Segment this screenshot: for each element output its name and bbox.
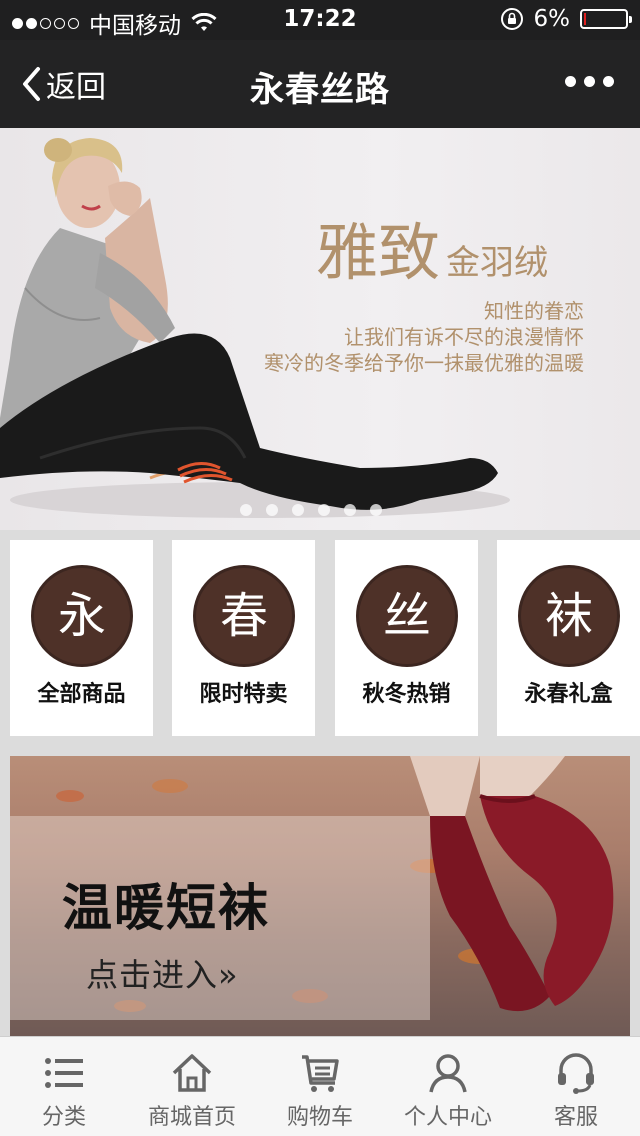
banner-copy-line: 寒冷的冬季给予你一抹最优雅的温暖 [264, 351, 584, 375]
category-label: 永春礼盒 [524, 682, 613, 707]
pager-dot[interactable] [318, 504, 330, 516]
category-gift-box[interactable]: 袜 永春礼盒 [497, 540, 640, 736]
battery-level [584, 13, 586, 25]
pager-dot[interactable] [266, 504, 278, 516]
badge-char: 袜 [544, 588, 593, 644]
promo-cta-link[interactable]: 点击进入» [86, 950, 239, 996]
tab-customer-service[interactable]: 客服 [512, 1037, 640, 1136]
category-flash-sale[interactable]: 春 限时特卖 [172, 540, 315, 736]
category-all-products[interactable]: 永 全部商品 [10, 540, 153, 736]
home-icon [172, 1054, 212, 1092]
banner-copy-line: 让我们有诉不尽的浪漫情怀 [344, 325, 584, 349]
promo-banner[interactable]: 温暖短袜 点击进入» [10, 756, 630, 1036]
pager-dot[interactable] [292, 504, 304, 516]
more-options-button[interactable] [565, 76, 614, 87]
tab-label: 客服 [553, 1105, 598, 1130]
badge-char: 丝 [382, 588, 431, 644]
category-row: 永 全部商品 春 限时特卖 丝 秋冬热销 袜 永春礼盒 [0, 530, 640, 746]
category-label: 秋冬热销 [362, 682, 451, 707]
promo-title: 温暖短袜 [62, 879, 270, 937]
banner-copy-line: 知性的眷恋 [484, 299, 584, 323]
category-label: 全部商品 [37, 682, 126, 707]
status-bar: 中国移动 17:22 6% [0, 0, 640, 40]
pager-dot[interactable] [370, 504, 382, 516]
tab-label: 个人中心 [403, 1105, 492, 1130]
nav-bar: 返回 永春丝路 [0, 40, 640, 128]
tab-profile[interactable]: 个人中心 [384, 1037, 512, 1136]
pager-dot[interactable] [240, 504, 252, 516]
hero-banner[interactable]: 雅致 金羽绒 知性的眷恋 让我们有诉不尽的浪漫情怀 寒冷的冬季给予你一抹最优雅的… [0, 128, 640, 530]
headset-icon [558, 1053, 594, 1094]
more-dot-icon [603, 76, 614, 87]
list-icon [45, 1058, 83, 1088]
banner-copy: 知性的眷恋 让我们有诉不尽的浪漫情怀 寒冷的冬季给予你一抹最优雅的温暖 [264, 298, 584, 376]
brush-badge-icon: 丝 [359, 568, 455, 664]
category-hot-sellers[interactable]: 丝 秋冬热销 [335, 540, 478, 736]
badge-char: 永 [57, 588, 106, 644]
banner-headline: 雅致 金羽绒 [316, 202, 548, 292]
brush-badge-icon: 春 [196, 568, 292, 664]
cart-icon [302, 1055, 339, 1092]
pager-dot[interactable] [344, 504, 356, 516]
person-icon [429, 1054, 467, 1093]
tab-category[interactable]: 分类 [0, 1037, 128, 1136]
tab-label: 商城首页 [147, 1105, 236, 1130]
badge-char: 春 [219, 588, 268, 644]
tab-label: 购物车 [286, 1105, 353, 1130]
more-dot-icon [565, 76, 576, 87]
banner-headline-main: 雅致 [316, 216, 441, 289]
status-right: 6% [500, 6, 632, 32]
battery-percent: 6% [533, 6, 571, 32]
rotation-lock-icon [500, 8, 523, 30]
tab-home[interactable]: 商城首页 [128, 1037, 256, 1136]
tab-label: 分类 [41, 1105, 86, 1130]
brush-badge-icon: 永 [34, 568, 130, 664]
battery-icon [580, 9, 632, 29]
category-label: 限时特卖 [199, 682, 288, 707]
banner-headline-sub: 金羽绒 [446, 243, 549, 283]
tab-cart[interactable]: 购物车 [256, 1037, 384, 1136]
bottom-tab-bar: 分类 商城首页 购物车 个人中心 客服 [0, 1036, 640, 1136]
brush-badge-icon: 袜 [521, 568, 617, 664]
banner-pager[interactable] [240, 504, 382, 516]
page-title: 永春丝路 [250, 70, 390, 110]
more-dot-icon [584, 76, 595, 87]
